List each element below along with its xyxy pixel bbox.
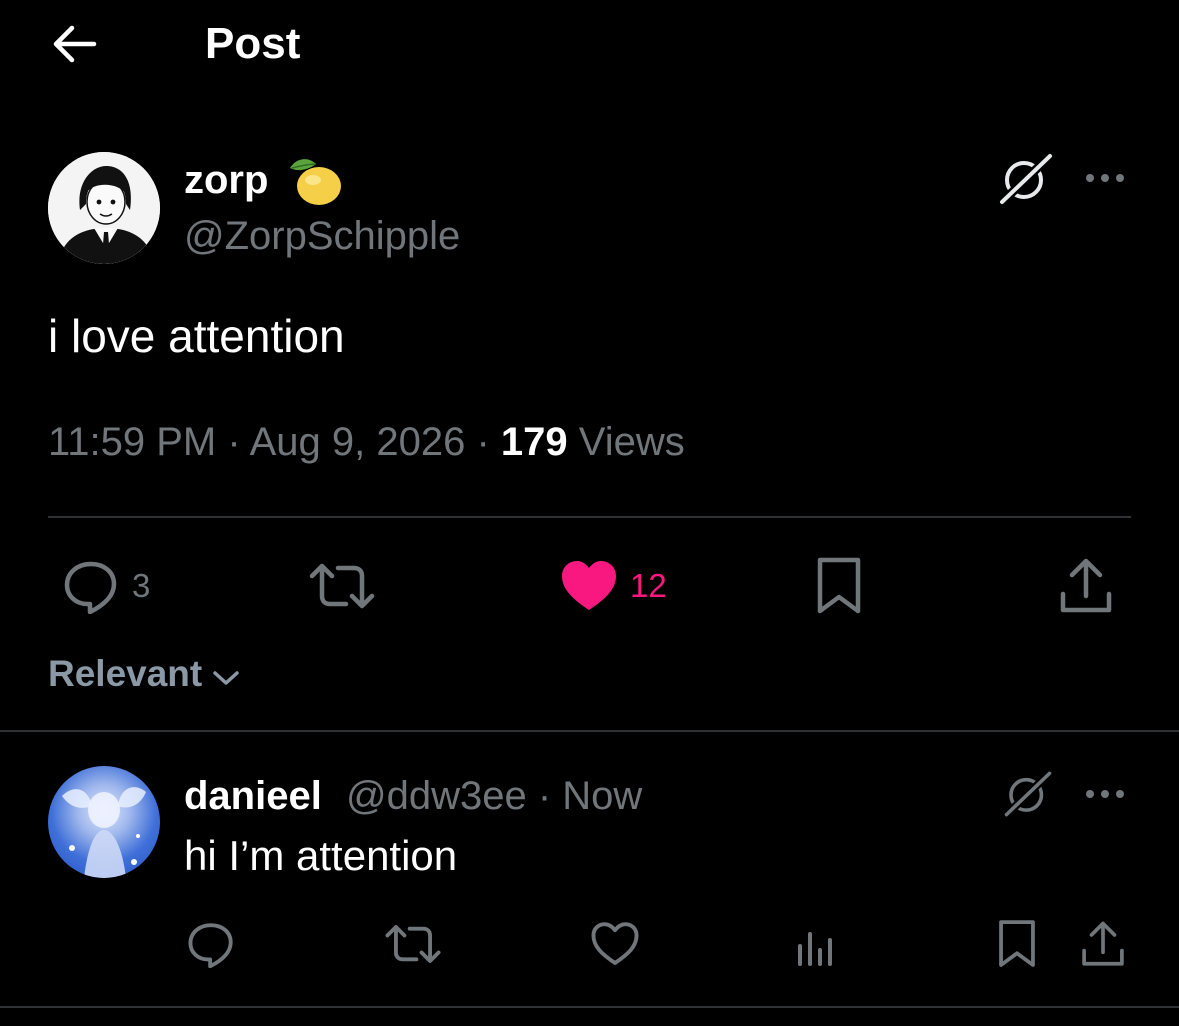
separator: ·: [216, 420, 250, 464]
share-icon: [1060, 558, 1112, 613]
bookmark-button[interactable]: [814, 556, 864, 616]
reply-count: 3: [132, 567, 151, 604]
views-count[interactable]: 179: [501, 420, 568, 464]
like-button[interactable]: [590, 920, 640, 968]
like-count: 12: [630, 567, 667, 604]
post-text: i love attention: [48, 310, 345, 362]
share-button[interactable]: [1080, 918, 1126, 970]
share-icon: [1082, 921, 1124, 966]
lemon-icon: [286, 154, 344, 208]
divider: [48, 516, 1131, 518]
grok-icon: [996, 150, 1056, 208]
reply-author-name[interactable]: danieel: [184, 770, 322, 822]
views-button[interactable]: [794, 920, 838, 968]
bookmark-button[interactable]: [996, 918, 1038, 970]
more-icon: [1086, 790, 1124, 798]
bookmark-icon: [999, 920, 1035, 967]
reply-button[interactable]: [62, 558, 120, 614]
repost-button[interactable]: [384, 920, 442, 968]
repost-button[interactable]: [308, 558, 376, 614]
heart-filled-icon: [562, 561, 616, 610]
grok-button[interactable]: [996, 150, 1056, 208]
avatar[interactable]: [48, 152, 160, 264]
comment-icon: [188, 923, 233, 968]
avatar[interactable]: [48, 766, 160, 878]
chevron-down-icon[interactable]: [212, 668, 240, 688]
post-time: 11:59 PM: [48, 420, 217, 464]
post-meta: 11:59 PM · Aug 9, 2026 · 179 Views: [48, 414, 685, 470]
bookmark-icon: [817, 557, 861, 614]
heart-icon: [591, 922, 639, 965]
reply-text: hi I’m attention: [184, 832, 458, 879]
reply-button[interactable]: [186, 920, 236, 968]
grok-icon: [1001, 768, 1055, 820]
repost-icon: [309, 563, 375, 609]
analytics-icon: [798, 932, 832, 966]
sort-dropdown[interactable]: Relevant: [48, 652, 202, 696]
divider: [0, 730, 1179, 732]
share-button[interactable]: [1058, 556, 1114, 616]
more-icon: [1086, 174, 1124, 182]
arrow-left-icon: [53, 25, 97, 63]
like-button[interactable]: [560, 560, 618, 612]
avatar-image: [48, 152, 160, 264]
more-options-button[interactable]: [1082, 166, 1128, 190]
divider: [0, 1006, 1179, 1008]
page-title: Post: [205, 19, 301, 68]
author-name[interactable]: zorp: [184, 154, 268, 206]
author-handle[interactable]: @ZorpSchipple: [184, 210, 460, 262]
back-button[interactable]: [50, 22, 98, 66]
avatar-image: [62, 787, 146, 878]
separator: ·: [465, 420, 501, 464]
reply-author-handle[interactable]: @ddw3ee · Now: [346, 770, 642, 822]
post-date[interactable]: Aug 9, 2026: [250, 420, 466, 464]
grok-button[interactable]: [1000, 768, 1056, 820]
views-label[interactable]: Views: [579, 420, 685, 464]
more-options-button[interactable]: [1082, 782, 1128, 806]
comment-icon: [64, 561, 117, 614]
repost-icon: [385, 925, 441, 963]
